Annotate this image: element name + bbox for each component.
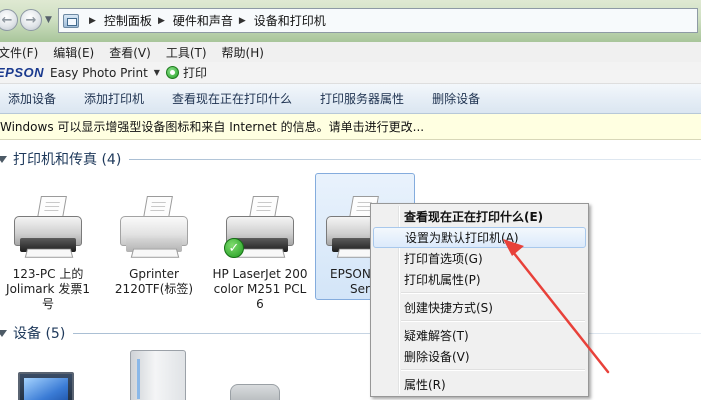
breadcrumb-separator-icon[interactable]: ▶ bbox=[239, 16, 246, 26]
back-arrow-icon: ← bbox=[1, 12, 13, 28]
printer-icon bbox=[6, 194, 90, 266]
remove-device-button[interactable]: 删除设备 bbox=[418, 90, 494, 107]
address-box[interactable]: ▶ 控制面板 ▶ 硬件和声音 ▶ 设备和打印机 bbox=[58, 8, 698, 33]
context-create-shortcut[interactable]: 创建快捷方式(S) bbox=[373, 297, 586, 318]
printer-item[interactable]: ✓ HP LaserJet 200 color M251 PCL 6 bbox=[212, 194, 308, 312]
menu-help[interactable]: 帮助(H) bbox=[222, 44, 271, 61]
context-remove-device[interactable]: 删除设备(V) bbox=[373, 346, 586, 367]
monitor-device-icon[interactable] bbox=[18, 372, 74, 400]
epson-logo: EPSON bbox=[0, 65, 45, 80]
context-separator bbox=[401, 292, 585, 294]
devices-group-header[interactable]: 设备 (5) bbox=[0, 323, 701, 343]
menu-file[interactable]: 文件(F) bbox=[0, 44, 45, 61]
collapse-arrow-icon[interactable] bbox=[0, 329, 7, 337]
menu-tools[interactable]: 工具(T) bbox=[166, 44, 214, 61]
printer-item[interactable]: 123-PC 上的 Jolimark 发票1号 bbox=[6, 194, 90, 312]
context-separator bbox=[401, 369, 585, 371]
epson-toolbar: EPSON Easy Photo Print ▼ 打印 bbox=[0, 62, 701, 84]
breadcrumb-hardware-sound[interactable]: 硬件和声音 bbox=[173, 12, 233, 29]
see-whats-printing-button[interactable]: 查看现在正在打印什么 bbox=[158, 90, 306, 107]
forward-arrow-icon: → bbox=[25, 12, 37, 28]
menu-view[interactable]: 查看(V) bbox=[109, 44, 158, 61]
info-bar-text: Windows 可以显示增强型设备图标和来自 Internet 的信息。请单击进… bbox=[0, 120, 425, 134]
printer-label: HP LaserJet 200 color M251 PCL 6 bbox=[212, 267, 308, 311]
info-bar[interactable]: Windows 可以显示增强型设备图标和来自 Internet 的信息。请单击进… bbox=[0, 114, 701, 140]
context-separator bbox=[401, 320, 585, 322]
group-divider bbox=[129, 158, 701, 160]
context-printing-preferences[interactable]: 打印首选项(G) bbox=[373, 248, 586, 269]
print-icon bbox=[165, 66, 179, 79]
context-menu: 查看现在正在打印什么(E) 设置为默认打印机(A) 打印首选项(G) 打印机属性… bbox=[370, 203, 589, 397]
breadcrumb-control-panel[interactable]: 控制面板 bbox=[104, 12, 152, 29]
printers-group-header[interactable]: 打印机和传真 (4) bbox=[0, 149, 701, 169]
forward-button[interactable]: → bbox=[20, 9, 42, 31]
context-printer-properties[interactable]: 打印机属性(P) bbox=[373, 269, 586, 290]
printer-label: 123-PC 上的 Jolimark 发票1号 bbox=[6, 267, 90, 311]
default-printer-check-icon: ✓ bbox=[224, 238, 244, 258]
print-server-properties-button[interactable]: 打印服务器属性 bbox=[306, 90, 418, 107]
dropdown-chevron-icon[interactable]: ▼ bbox=[154, 68, 160, 77]
collapse-arrow-icon[interactable] bbox=[0, 155, 7, 163]
printer-item[interactable]: Gprinter 2120TF(标签) bbox=[108, 194, 200, 297]
menu-edit[interactable]: 编辑(E) bbox=[53, 44, 101, 61]
add-device-button[interactable]: 添加设备 bbox=[0, 90, 70, 107]
recent-pages-chevron-icon[interactable]: ▼ bbox=[45, 15, 52, 25]
command-toolbar: 添加设备 添加打印机 查看现在正在打印什么 打印服务器属性 删除设备 bbox=[0, 84, 701, 114]
context-see-whats-printing[interactable]: 查看现在正在打印什么(E) bbox=[373, 206, 586, 227]
add-printer-button[interactable]: 添加打印机 bbox=[70, 90, 158, 107]
control-panel-icon bbox=[63, 13, 79, 28]
printer-icon bbox=[112, 194, 196, 266]
context-properties[interactable]: 属性(R) bbox=[373, 374, 586, 395]
menu-bar: 文件(F) 编辑(E) 查看(V) 工具(T) 帮助(H) bbox=[0, 42, 701, 62]
peripheral-device-icon[interactable] bbox=[230, 384, 280, 400]
printer-icon: ✓ bbox=[218, 194, 302, 266]
context-set-default-printer[interactable]: 设置为默认打印机(A) bbox=[373, 227, 586, 248]
back-button[interactable]: ← bbox=[0, 9, 18, 31]
devices-group-title: 设备 (5) bbox=[13, 326, 66, 342]
computer-device-icon[interactable] bbox=[130, 350, 186, 400]
printers-group-title: 打印机和传真 (4) bbox=[13, 152, 122, 168]
breadcrumb-separator-icon[interactable]: ▶ bbox=[89, 16, 96, 26]
address-bar-row: ← → ▼ ▶ 控制面板 ▶ 硬件和声音 ▶ 设备和打印机 bbox=[0, 0, 701, 42]
printer-label: Gprinter 2120TF(标签) bbox=[114, 267, 194, 296]
breadcrumb-separator-icon[interactable]: ▶ bbox=[158, 16, 165, 26]
print-button[interactable]: 打印 bbox=[183, 64, 207, 81]
context-troubleshoot[interactable]: 疑难解答(T) bbox=[373, 325, 586, 346]
easy-photo-print-button[interactable]: Easy Photo Print bbox=[50, 66, 148, 80]
breadcrumb-devices-printers[interactable]: 设备和打印机 bbox=[254, 12, 326, 29]
